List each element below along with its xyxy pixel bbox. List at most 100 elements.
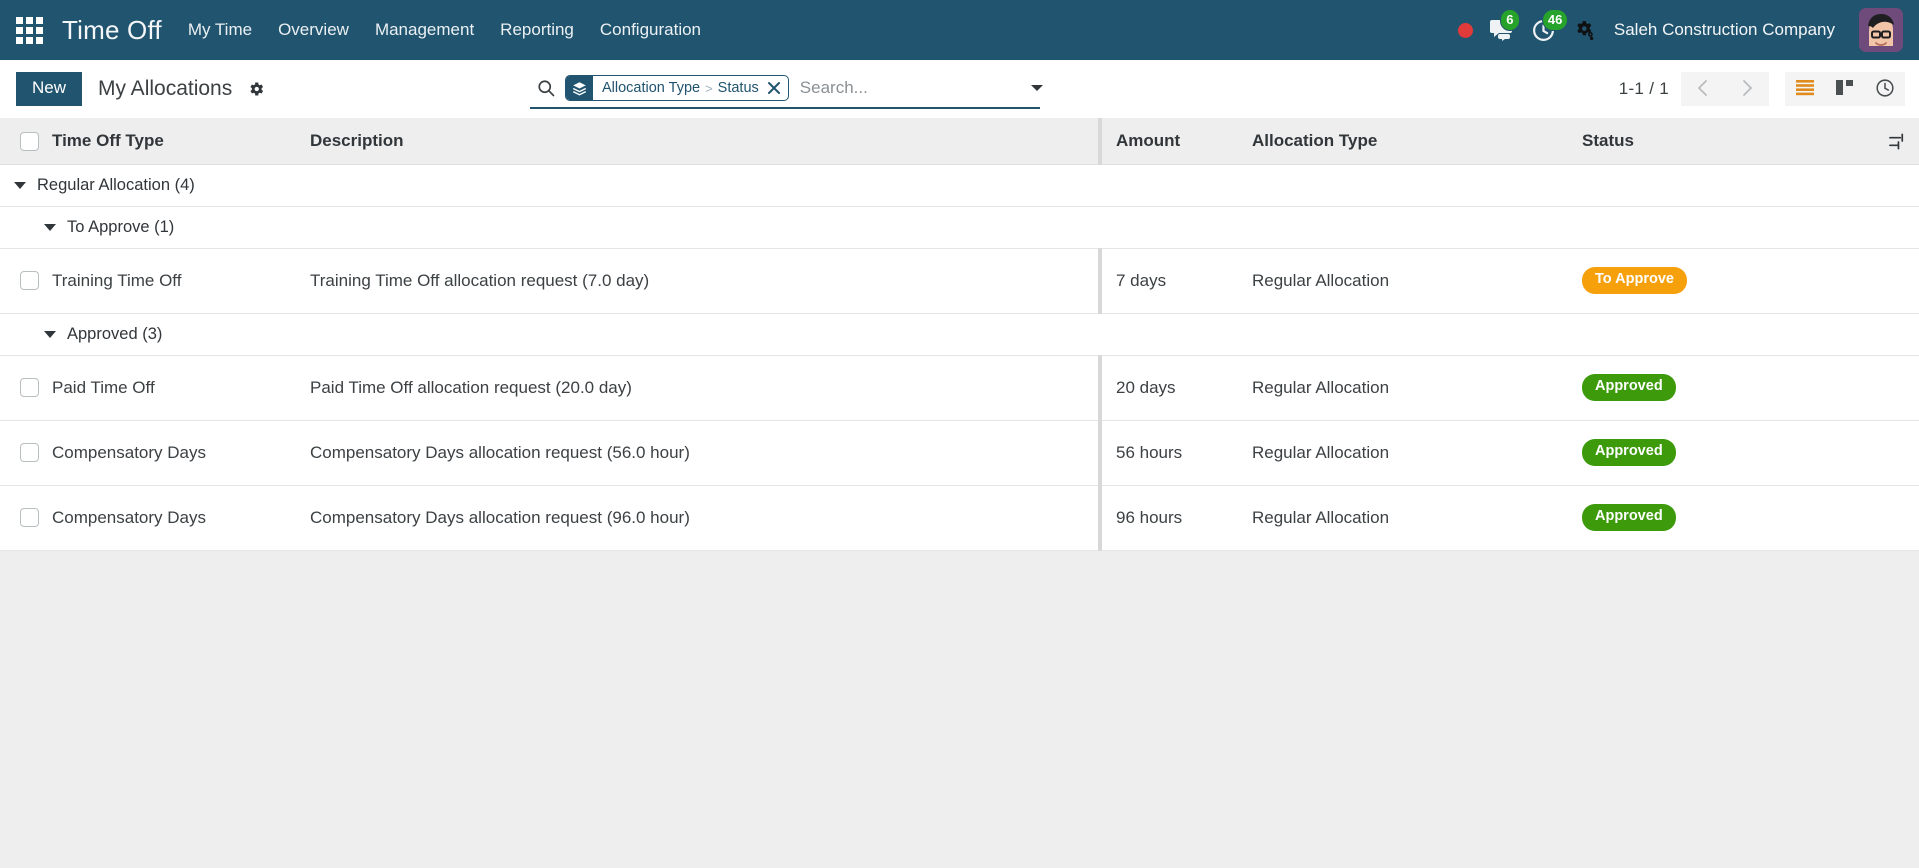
record-dot-icon[interactable] <box>1457 22 1473 38</box>
group-row-level1[interactable]: Regular Allocation (4) <box>0 164 1919 207</box>
pager-next-button[interactable] <box>1725 72 1769 106</box>
cell-description[interactable]: Compensatory Days allocation request (56… <box>310 420 1100 486</box>
control-panel-right: 1-1 / 1 <box>1619 72 1905 106</box>
messages-count-badge: 6 <box>1499 9 1520 31</box>
cell-time-off-type[interactable]: Training Time Off <box>52 248 310 314</box>
breadcrumb: My Allocations <box>98 77 265 101</box>
pager-count[interactable]: 1-1 / 1 <box>1619 79 1669 99</box>
column-header-status[interactable]: Status <box>1582 118 1875 165</box>
kanban-view-icon <box>1835 79 1855 99</box>
view-settings-button[interactable] <box>247 80 265 98</box>
select-all-header <box>0 118 52 165</box>
breadcrumb-current: My Allocations <box>98 77 233 100</box>
cell-value: 7 days <box>1116 270 1167 290</box>
cell-status[interactable]: Approved <box>1582 355 1875 421</box>
cell-value: Paid Time Off <box>52 377 155 397</box>
menu-item-my-time[interactable]: My Time <box>188 20 252 40</box>
table-row[interactable]: Compensatory Days Compensatory Days allo… <box>0 485 1919 551</box>
table-row[interactable]: Compensatory Days Compensatory Days allo… <box>0 420 1919 486</box>
menu-item-management[interactable]: Management <box>375 20 474 40</box>
column-header-description[interactable]: Description <box>310 118 1100 165</box>
user-avatar-image <box>1859 8 1903 52</box>
cell-amount[interactable]: 56 hours <box>1098 420 1252 486</box>
cell-time-off-type[interactable]: Compensatory Days <box>52 420 310 486</box>
chevron-down-icon[interactable] <box>1023 80 1051 96</box>
company-switcher[interactable]: Saleh Construction Company <box>1614 20 1835 40</box>
group-row-level2[interactable]: Approved (3) <box>0 313 1919 356</box>
group-toggle-regular-allocation[interactable]: Regular Allocation (4) <box>0 176 1919 195</box>
group-toggle-approved[interactable]: Approved (3) <box>0 325 1919 344</box>
view-switch-activity[interactable] <box>1865 72 1905 106</box>
search-input[interactable] <box>788 77 1023 99</box>
view-switch-list[interactable] <box>1785 72 1825 106</box>
apps-grid-icon[interactable] <box>14 15 44 45</box>
cell-value: Training Time Off <box>52 270 182 290</box>
row-checkbox[interactable] <box>20 508 39 527</box>
cell-status[interactable]: Approved <box>1582 485 1875 551</box>
table-body: Regular Allocation (4) To Approve (1) Tr… <box>0 164 1919 551</box>
search-facet-groupby[interactable]: Allocation Type > Status <box>565 75 789 101</box>
new-button[interactable]: New <box>16 72 83 106</box>
cell-status[interactable]: To Approve <box>1582 248 1875 314</box>
cell-time-off-type[interactable]: Compensatory Days <box>52 485 310 551</box>
menu-item-overview[interactable]: Overview <box>278 20 349 40</box>
navbar-right-tools: 6 46 Saleh Construction Company <box>1457 8 1907 52</box>
cell-value: Training Time Off allocation request (7.… <box>310 270 650 290</box>
group-toggle-to-approve[interactable]: To Approve (1) <box>0 218 1919 237</box>
cell-status[interactable]: Approved <box>1582 420 1875 486</box>
list-view-icon <box>1795 79 1815 99</box>
table-row[interactable]: Paid Time Off Paid Time Off allocation r… <box>0 355 1919 421</box>
column-settings-icon[interactable] <box>1875 132 1919 151</box>
group-row-cell[interactable]: Regular Allocation (4) <box>0 164 1919 207</box>
row-checkbox[interactable] <box>20 271 39 290</box>
status-badge: Approved <box>1582 374 1676 401</box>
app-brand-title[interactable]: Time Off <box>62 15 162 46</box>
view-switch-kanban[interactable] <box>1825 72 1865 106</box>
status-badge: Approved <box>1582 439 1676 466</box>
group-label-text: To Approve (1) <box>67 217 175 236</box>
view-switcher <box>1785 72 1905 106</box>
group-row-cell[interactable]: Approved (3) <box>0 313 1919 356</box>
row-select-cell <box>0 355 52 421</box>
avatar[interactable] <box>1859 8 1903 52</box>
select-all-checkbox[interactable] <box>20 131 39 151</box>
messages-button[interactable]: 6 <box>1489 9 1520 42</box>
table-row[interactable]: Training Time Off Training Time Off allo… <box>0 248 1919 314</box>
cell-allocation-type[interactable]: Regular Allocation <box>1252 485 1582 551</box>
cell-description[interactable]: Compensatory Days allocation request (96… <box>310 485 1100 551</box>
row-checkbox[interactable] <box>20 443 39 462</box>
cell-allocation-type[interactable]: Regular Allocation <box>1252 420 1582 486</box>
cell-allocation-type[interactable]: Regular Allocation <box>1252 355 1582 421</box>
cell-allocation-type[interactable]: Regular Allocation <box>1252 248 1582 314</box>
close-icon[interactable] <box>767 76 788 100</box>
cell-amount[interactable]: 20 days <box>1098 355 1252 421</box>
cell-value: Compensatory Days allocation request (96… <box>310 507 690 527</box>
column-header-time-off-type[interactable]: Time Off Type <box>52 118 310 165</box>
cell-amount[interactable]: 96 hours <box>1098 485 1252 551</box>
optional-columns-header <box>1875 118 1919 165</box>
list-view-sheet: Time Off Type Description Amount Allocat… <box>0 118 1919 868</box>
settings-button[interactable] <box>1572 18 1596 42</box>
cell-time-off-type[interactable]: Paid Time Off <box>52 355 310 421</box>
cell-description[interactable]: Training Time Off allocation request (7.… <box>310 248 1100 314</box>
cell-value: Compensatory Days allocation request (56… <box>310 442 690 462</box>
menu-item-reporting[interactable]: Reporting <box>500 20 574 40</box>
column-header-allocation-type[interactable]: Allocation Type <box>1252 118 1582 165</box>
gear-icon <box>250 83 264 96</box>
group-row-cell[interactable]: To Approve (1) <box>0 206 1919 249</box>
row-checkbox[interactable] <box>20 378 39 397</box>
cell-description[interactable]: Paid Time Off allocation request (20.0 d… <box>310 355 1100 421</box>
facet-value-allocation-type: Allocation Type <box>602 80 701 96</box>
cell-value: Regular Allocation <box>1252 442 1390 462</box>
menu-item-configuration[interactable]: Configuration <box>600 20 701 40</box>
cell-amount[interactable]: 7 days <box>1098 248 1252 314</box>
column-header-amount[interactable]: Amount <box>1098 118 1252 165</box>
status-badge: To Approve <box>1582 267 1687 294</box>
chevron-right-icon <box>1738 79 1756 100</box>
group-row-level2[interactable]: To Approve (1) <box>0 206 1919 249</box>
activities-button[interactable]: 46 <box>1531 8 1569 43</box>
row-select-cell <box>0 248 52 314</box>
allocations-table: Time Off Type Description Amount Allocat… <box>0 118 1919 551</box>
main-menu: My Time Overview Management Reporting Co… <box>188 20 701 40</box>
pager-previous-button[interactable] <box>1681 72 1725 106</box>
